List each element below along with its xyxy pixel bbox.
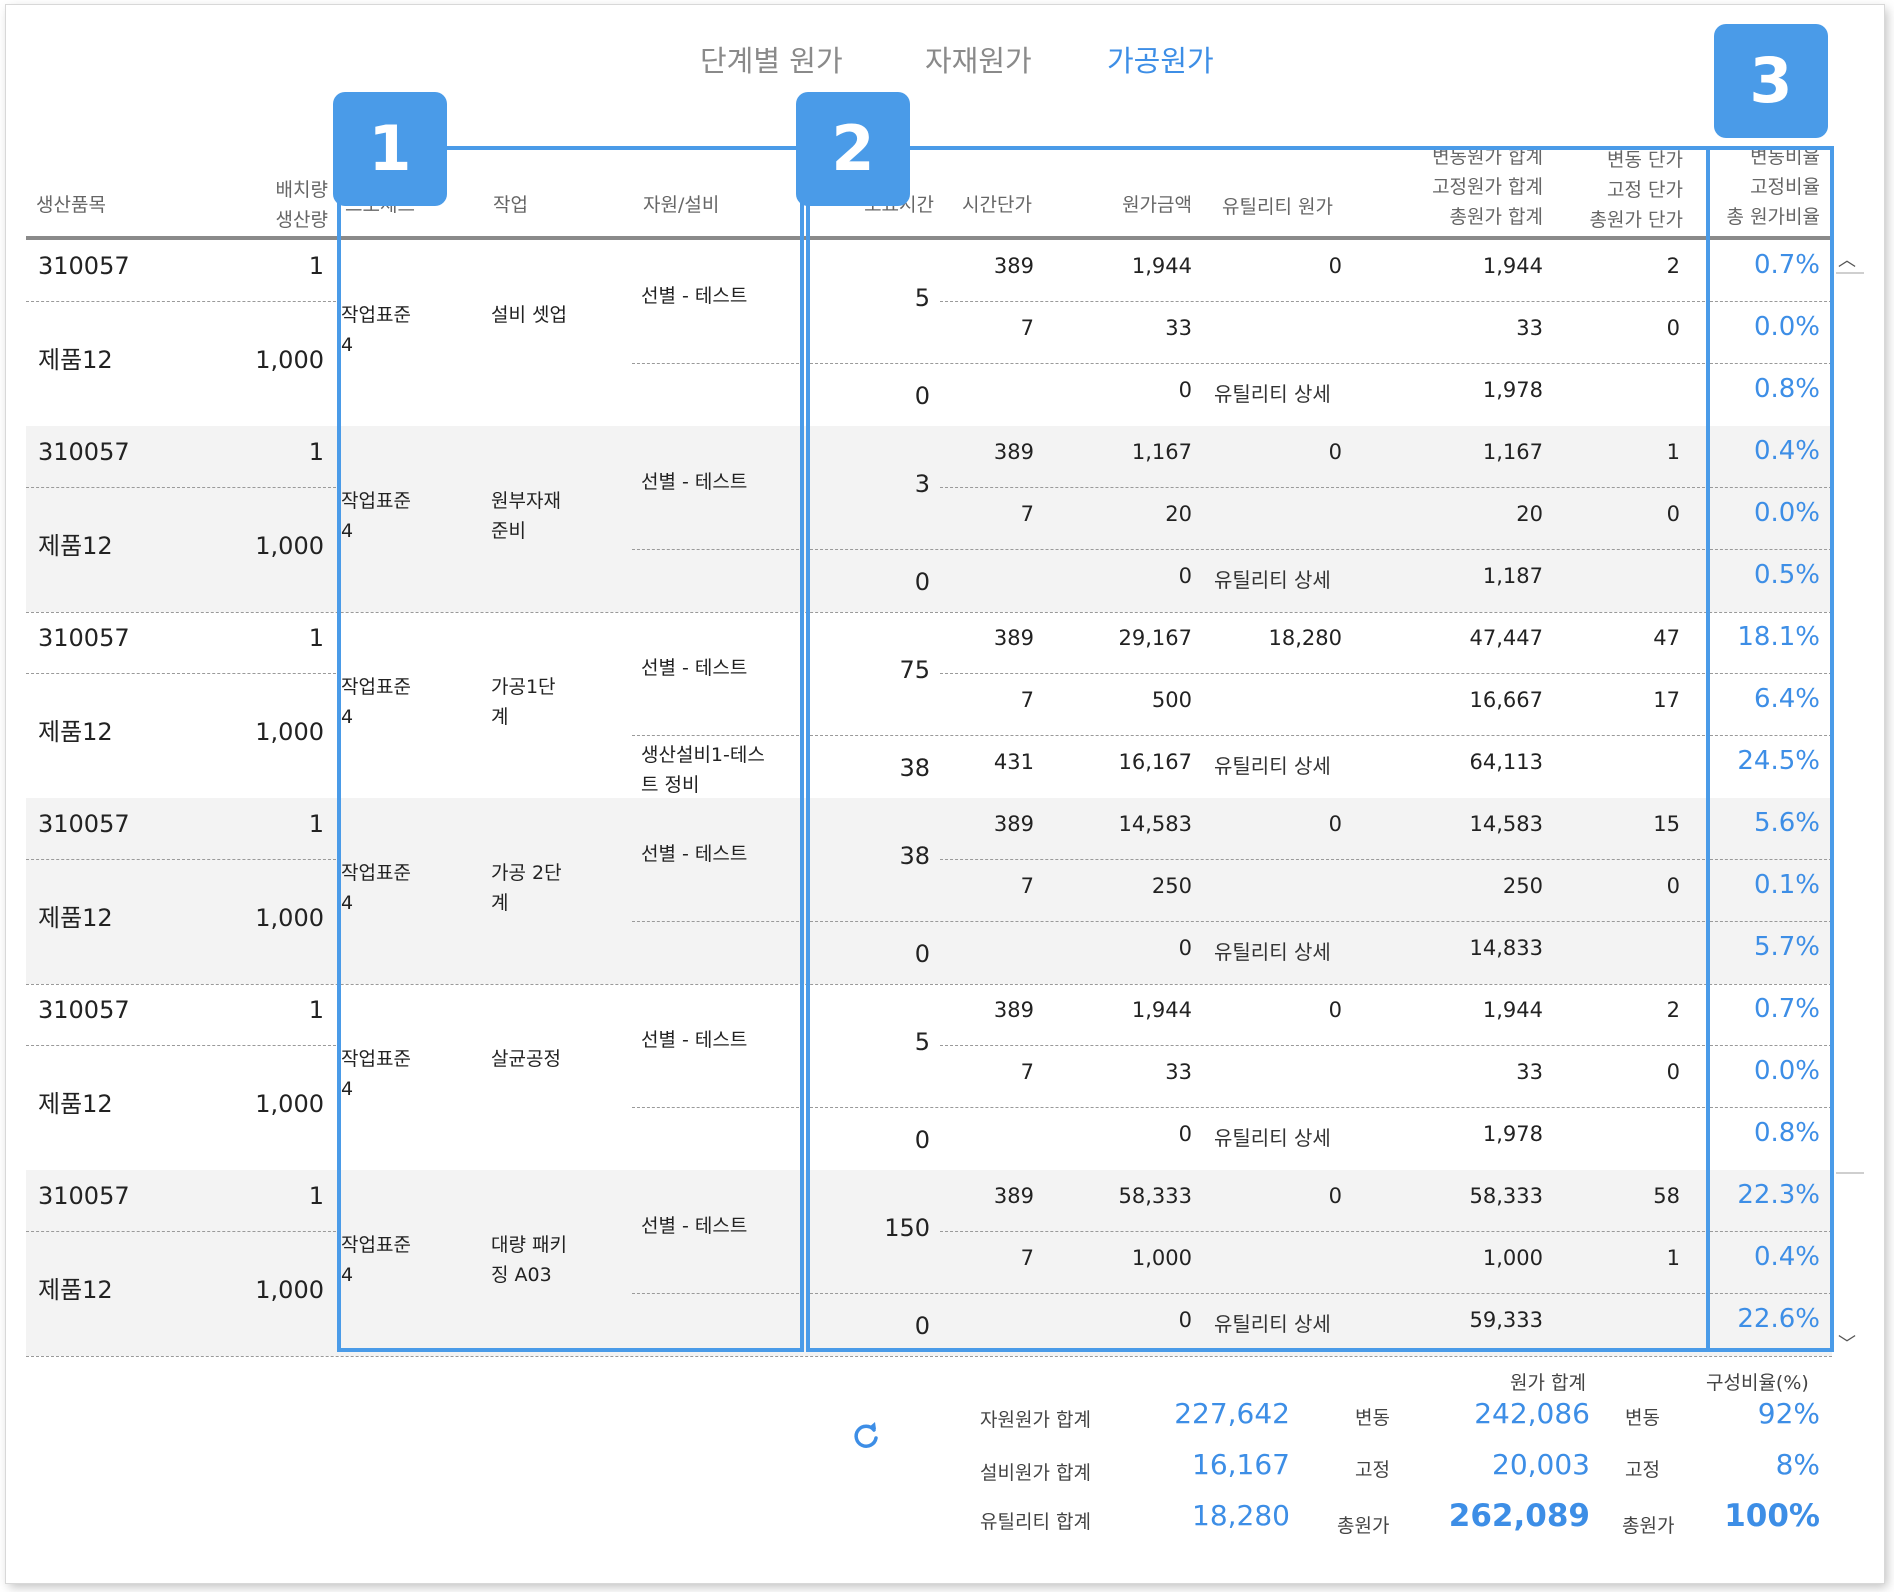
label-resource-total: 자원원가 합계 — [980, 1409, 1091, 1431]
label-ratio: 구성비율(%) — [1706, 1372, 1809, 1394]
label-fix: 고정 — [1355, 1459, 1390, 1481]
group-divider — [26, 1356, 1832, 1357]
label-total: 총원가 — [1337, 1515, 1390, 1537]
row-divider — [26, 1045, 336, 1046]
product-code: 310057 — [38, 438, 130, 466]
batch-qty: 1 — [308, 810, 324, 838]
batch-qty: 1 — [308, 624, 324, 652]
label-var: 변동 — [1355, 1407, 1390, 1429]
row-divider — [26, 1231, 336, 1232]
refresh-icon[interactable] — [850, 1420, 882, 1452]
product-name: 제품12 — [38, 346, 113, 374]
value-var-total: 242,086 — [1474, 1397, 1590, 1430]
row-divider — [26, 673, 336, 674]
batch-qty: 1 — [308, 996, 324, 1024]
product-code: 310057 — [38, 1182, 130, 1210]
tab-stage-cost[interactable]: 단계별 원가 — [700, 38, 843, 80]
production-qty: 1,000 — [255, 1276, 324, 1304]
production-qty: 1,000 — [255, 718, 324, 746]
production-qty: 1,000 — [255, 532, 324, 560]
batch-qty: 1 — [308, 252, 324, 280]
tab-material-cost[interactable]: 자재원가 — [925, 38, 1032, 80]
value-utility-total: 18,280 — [1192, 1499, 1290, 1532]
value-fix-total: 20,003 — [1492, 1448, 1590, 1481]
product-name: 제품12 — [38, 532, 113, 560]
value-total-ratio: 100% — [1724, 1498, 1820, 1534]
label-total-ratio: 총원가 — [1622, 1515, 1675, 1537]
row-divider — [26, 301, 336, 302]
header-item: 생산품목 — [36, 194, 106, 216]
product-name: 제품12 — [38, 1090, 113, 1118]
label-cost-sum: 원가 합계 — [1510, 1372, 1586, 1394]
header-batch: 배치량 — [275, 179, 328, 201]
label-var-ratio: 변동 — [1625, 1407, 1660, 1429]
value-equipment-total: 16,167 — [1192, 1448, 1290, 1481]
label-equipment-total: 설비원가 합계 — [980, 1462, 1091, 1484]
badge-2: 2 — [796, 92, 910, 206]
highlight-box-2 — [806, 146, 1710, 1352]
tab-processing-cost[interactable]: 가공원가 — [1107, 38, 1214, 80]
badge-3: 3 — [1714, 24, 1828, 138]
label-utility-total: 유틸리티 합계 — [980, 1511, 1091, 1533]
product-name: 제품12 — [38, 718, 113, 746]
label-fix-ratio: 고정 — [1625, 1459, 1660, 1481]
product-code: 310057 — [38, 624, 130, 652]
product-name: 제품12 — [38, 1276, 113, 1304]
row-divider — [26, 487, 336, 488]
value-grand-total: 262,089 — [1448, 1498, 1590, 1534]
header-prodqty: 생산량 — [275, 209, 328, 231]
batch-qty: 1 — [308, 438, 324, 466]
value-resource-total: 227,642 — [1174, 1397, 1290, 1430]
production-qty: 1,000 — [255, 904, 324, 932]
production-qty: 1,000 — [255, 346, 324, 374]
row-divider — [26, 859, 336, 860]
highlight-box-1 — [337, 146, 804, 1352]
product-name: 제품12 — [38, 904, 113, 932]
badge-1: 1 — [333, 92, 447, 206]
production-qty: 1,000 — [255, 1090, 324, 1118]
value-var-ratio: 92% — [1757, 1397, 1820, 1430]
scrollbar-track-top — [1836, 272, 1864, 274]
batch-qty: 1 — [308, 1182, 324, 1210]
value-fix-ratio: 8% — [1775, 1448, 1820, 1481]
product-code: 310057 — [38, 252, 130, 280]
chevron-down-icon[interactable]: ﹀ — [1838, 1330, 1856, 1356]
scrollbar-track-bottom — [1836, 1172, 1864, 1174]
product-code: 310057 — [38, 810, 130, 838]
highlight-box-3 — [1706, 146, 1834, 1352]
product-code: 310057 — [38, 996, 130, 1024]
chevron-up-icon[interactable]: ︿ — [1838, 246, 1856, 272]
